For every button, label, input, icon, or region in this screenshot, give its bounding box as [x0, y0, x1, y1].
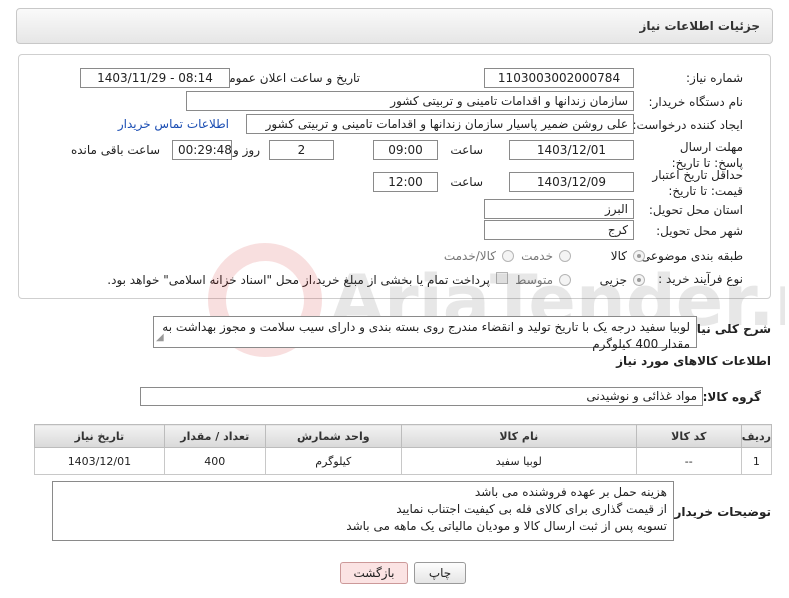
cell-date: 1403/12/01 [34, 447, 165, 475]
goods-group-label: گروه کالا: [702, 390, 761, 404]
col-code-header: کد کالا [635, 424, 742, 448]
buyer-notes-textarea[interactable]: هزینه حمل بر عهده فروشنده می باشد از قیم… [52, 481, 674, 541]
creator-field: علی روشن ضمیر پاسیار سازمان زندانها و اق… [246, 114, 634, 134]
cell-name: لوبیا سفید [400, 447, 637, 475]
treasury-payment-note: پرداخت تمام یا بخشی از مبلغ خرید،از محل … [107, 273, 490, 287]
process-label: نوع فرآیند خرید : [658, 272, 743, 286]
col-unit-header: واحد شمارش [264, 424, 402, 448]
cell-row: 1 [740, 447, 773, 475]
buyer-notes-label: توضیحات خریدار: [669, 505, 771, 519]
province-label: استان محل تحویل: [648, 203, 743, 217]
validity-time-field: 12:00 [373, 172, 438, 192]
province-field: البرز [484, 199, 634, 219]
category-option-goods-service: کالا/خدمت [443, 249, 496, 263]
city-field: کرج [484, 220, 634, 240]
need-number-label: شماره نیاز: [686, 71, 743, 85]
cell-qty: 400 [163, 447, 266, 475]
print-button[interactable]: چاپ [414, 562, 466, 584]
deadline-time-label: ساعت [450, 143, 483, 157]
city-label: شهر محل تحویل: [656, 224, 743, 238]
days-label: روز و [233, 143, 260, 157]
contact-buyer-link[interactable]: اطلاعات تماس خریدار [118, 117, 229, 131]
creator-label: ایجاد کننده درخواست: [632, 118, 743, 132]
goods-section-title: اطلاعات کالاهای مورد نیاز [616, 354, 771, 368]
remaining-time-field: 00:29:48 [172, 140, 232, 160]
cell-unit: کیلوگرم [264, 447, 402, 475]
description-label: شرح کلی نیاز: [685, 322, 771, 336]
cell-code: -- [635, 447, 742, 475]
validity-label: حداقل تاریخ اعتبار قیمت: تا تاریخ: [652, 168, 743, 198]
goods-group-field: مواد غذائی و نوشیدنی [140, 387, 703, 406]
goods-table: ردیف کد کالا نام کالا واحد شمارش تعداد /… [34, 424, 773, 475]
remaining-label: ساعت باقی مانده [70, 143, 160, 157]
category-label: طبقه بندی موضوعی: [636, 249, 743, 263]
announce-field: 1403/11/29 - 08:14 [80, 68, 230, 88]
col-name-header: نام کالا [400, 424, 637, 448]
announce-label: تاریخ و ساعت اعلان عمومی: [215, 71, 360, 85]
buyer-org-field: سازمان زندانها و اقدامات تامینی و تربیتی… [186, 91, 634, 111]
resize-grip-icon: ◢ [156, 332, 164, 343]
need-number-field: 1103003002000784 [484, 68, 634, 88]
table-header-row: ردیف کد کالا نام کالا واحد شمارش تعداد /… [34, 424, 773, 448]
buyer-note-line: تسویه پس از ثبت ارسال کالا و مودیان مالی… [346, 519, 667, 533]
validity-date-field: 1403/12/09 [509, 172, 634, 192]
buyer-org-label: نام دستگاه خریدار: [648, 95, 744, 109]
days-field: 2 [269, 140, 334, 160]
category-radio-service[interactable] [559, 250, 571, 262]
category-radio-goods[interactable] [633, 250, 645, 262]
process-option-medium: متوسط [515, 273, 553, 287]
deadline-date-field: 1403/12/01 [509, 140, 634, 160]
category-option-service: خدمت [521, 249, 553, 263]
description-text: لوبیا سفید درجه یک با تاریخ تولید و انقض… [162, 320, 690, 351]
col-date-header: تاریخ نیاز [34, 424, 165, 448]
page-title: جزئیات اطلاعات نیاز [639, 19, 760, 33]
buyer-note-line: هزینه حمل بر عهده فروشنده می باشد [474, 485, 667, 499]
page-header: جزئیات اطلاعات نیاز [16, 8, 773, 44]
deadline-time-field: 09:00 [373, 140, 438, 160]
back-button[interactable]: بازگشت [340, 562, 408, 584]
process-option-minor: جزیی [599, 273, 627, 287]
process-radio-minor[interactable] [633, 274, 645, 286]
description-textarea[interactable]: لوبیا سفید درجه یک با تاریخ تولید و انقض… [153, 316, 697, 351]
category-radio-goods-service[interactable] [502, 250, 514, 262]
col-row-header: ردیف [740, 424, 773, 448]
table-row[interactable]: 1 -- لوبیا سفید کیلوگرم 400 1403/12/01 [34, 447, 773, 475]
col-qty-header: تعداد / مقدار [163, 424, 266, 448]
process-radio-medium[interactable] [559, 274, 571, 286]
treasury-payment-checkbox[interactable] [496, 272, 508, 284]
category-option-goods: کالا [610, 249, 627, 263]
validity-time-label: ساعت [450, 175, 483, 189]
buyer-note-line: از قیمت گذاری برای کالای فله بی کیفیت اج… [396, 502, 667, 516]
